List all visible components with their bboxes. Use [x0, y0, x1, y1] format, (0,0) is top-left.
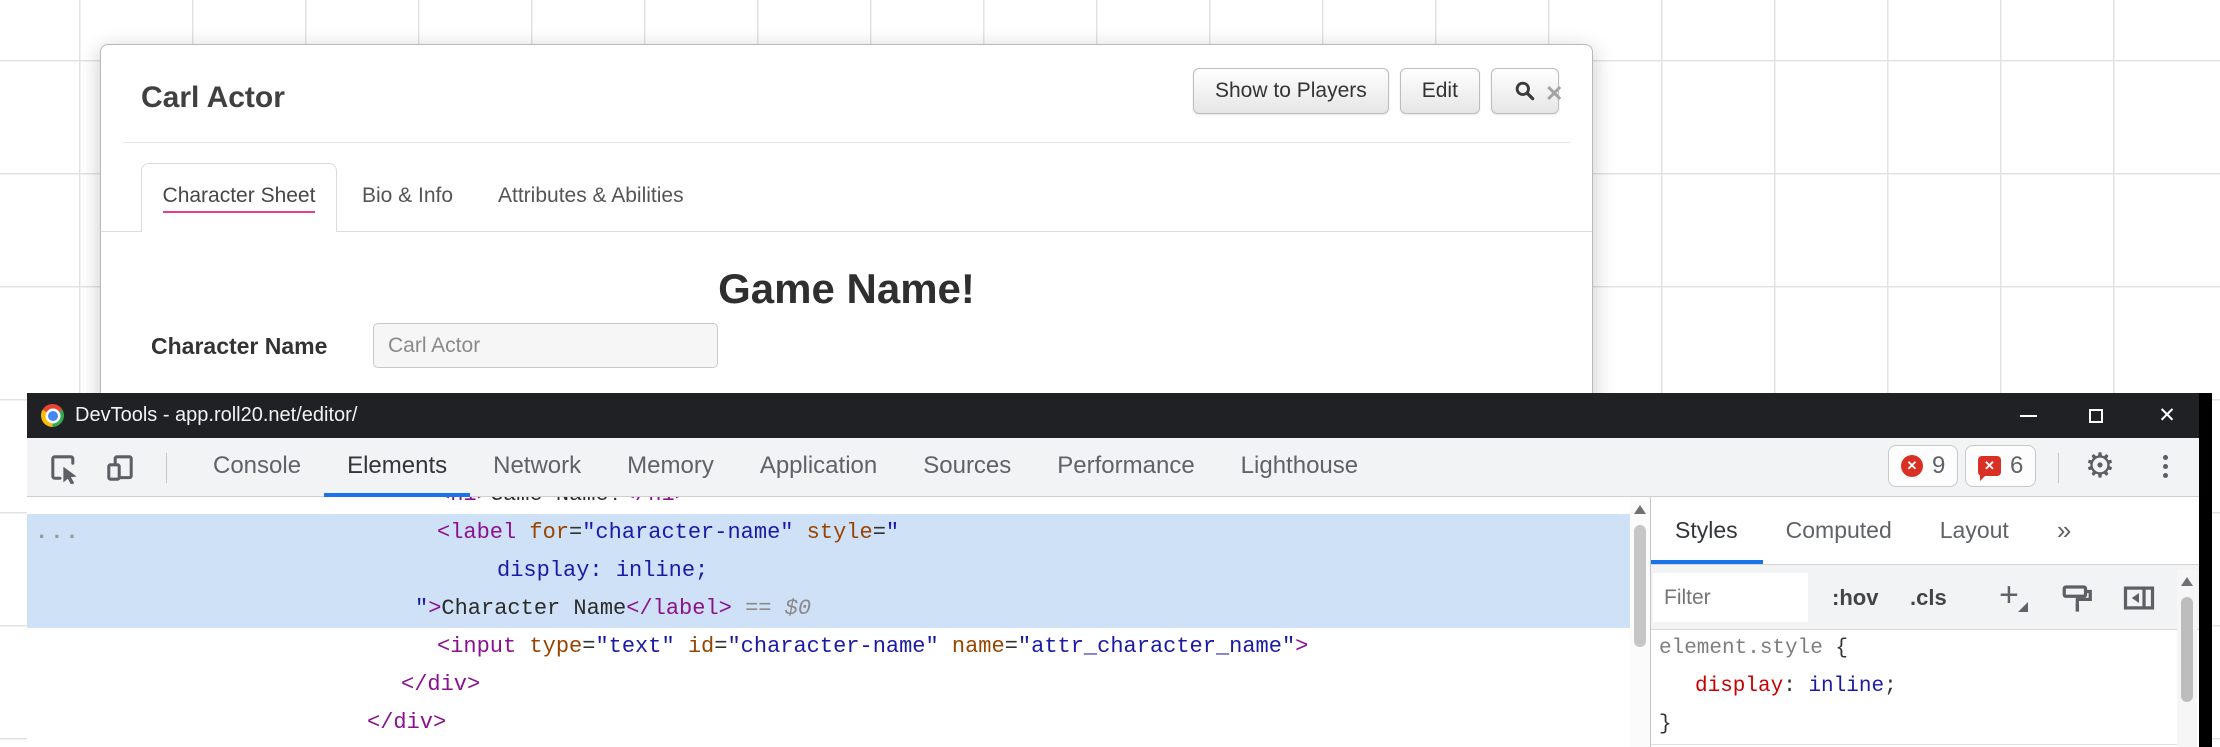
- dom-node-div-close-2[interactable]: </div>: [27, 704, 1630, 742]
- tab-elements[interactable]: Elements: [324, 438, 471, 497]
- styles-toolbar: :hov .cls +: [1651, 565, 2199, 630]
- error-count: 9: [1932, 452, 1946, 479]
- dom-node-h1[interactable]: <h1>Game Name!</h1>: [27, 497, 1630, 514]
- elements-scrollbar[interactable]: [1630, 497, 1650, 747]
- roll20-tabletop-grid: Carl Actor Show to Players Edit ✕ Charac…: [0, 0, 2220, 747]
- dom-node-label-selected[interactable]: ... <label for="character-name" style=": [27, 514, 1630, 552]
- issue-count: 6: [2010, 452, 2024, 479]
- dom-node-label-style-text[interactable]: display: inline;: [27, 552, 1630, 590]
- tab-console[interactable]: Console: [190, 438, 324, 497]
- sidebar-tabs: Styles Computed Layout »: [1651, 497, 2199, 565]
- tab-layout[interactable]: Layout: [1940, 517, 2009, 544]
- toolbar-separator: [166, 453, 167, 483]
- tab-character-sheet-label: Character Sheet: [162, 184, 316, 213]
- tab-computed[interactable]: Computed: [1786, 517, 1892, 544]
- dialog-close-icon[interactable]: ✕: [1545, 81, 1563, 107]
- rule-selector-line[interactable]: element.style {: [1651, 630, 2179, 668]
- minimize-icon: [2019, 414, 2037, 417]
- scroll-up-arrow-icon[interactable]: [1634, 505, 1646, 514]
- devtools-window-title: DevTools - app.roll20.net/editor/: [75, 404, 358, 426]
- tab-application[interactable]: Application: [737, 438, 900, 497]
- device-toolbar-icon: [104, 452, 136, 484]
- active-tab-underline: [1651, 560, 1763, 564]
- styles-sidebar: Styles Computed Layout » :hov .cls +: [1651, 497, 2199, 747]
- window-maximize-button[interactable]: [2083, 393, 2109, 438]
- window-close-button[interactable]: ✕: [2154, 393, 2180, 438]
- window-minimize-button[interactable]: [2015, 393, 2041, 438]
- tab-lighthouse[interactable]: Lighthouse: [1218, 438, 1381, 497]
- tab-network[interactable]: Network: [470, 438, 604, 497]
- rule-property-line[interactable]: display: inline;: [1651, 668, 2179, 706]
- styles-scrollbar-thumb[interactable]: [2181, 597, 2193, 702]
- magnifier-icon: [1513, 79, 1537, 103]
- issue-count-badge[interactable]: ✕ 6: [1965, 445, 2037, 487]
- tab-performance[interactable]: Performance: [1034, 438, 1217, 497]
- issue-icon: ✕: [1978, 456, 2001, 481]
- tab-sources[interactable]: Sources: [900, 438, 1034, 497]
- error-icon: ✕: [1901, 455, 1923, 477]
- class-toggle[interactable]: .cls: [1910, 565, 1947, 630]
- hover-state-toggle[interactable]: :hov: [1832, 565, 1878, 630]
- dialog-header-buttons: Show to Players Edit: [1193, 68, 1559, 114]
- devtools-main: <h1>Game Name!</h1> ...<label for="chara…: [27, 497, 2199, 747]
- inspect-element-button[interactable]: [47, 451, 81, 485]
- elements-tree-pane: <h1>Game Name!</h1> ...<label for="chara…: [27, 497, 1630, 747]
- tab-styles[interactable]: Styles: [1675, 517, 1738, 544]
- close-icon: ✕: [2158, 404, 2176, 427]
- toggle-sidebar-icon[interactable]: [2121, 580, 2157, 616]
- new-style-rule-button[interactable]: +: [1999, 565, 2028, 630]
- error-count-badge[interactable]: ✕ 9: [1888, 445, 1959, 487]
- more-tabs-chevron-icon[interactable]: »: [2057, 515, 2071, 546]
- styles-filter-input[interactable]: [1653, 573, 1808, 622]
- paint-roller-icon[interactable]: [2059, 580, 2095, 616]
- tab-memory[interactable]: Memory: [604, 438, 737, 497]
- devtools-toolbar: Console Elements Network Memory Applicat…: [27, 438, 2199, 497]
- character-dialog: Carl Actor Show to Players Edit ✕ Charac…: [100, 44, 1593, 444]
- toolbar-separator-2: [2058, 453, 2059, 483]
- rule-divider: [1651, 744, 2179, 745]
- maximize-icon: [2089, 408, 2103, 423]
- settings-gear-icon[interactable]: ⚙: [2079, 445, 2121, 487]
- elements-scrollbar-thumb[interactable]: [1634, 525, 1646, 647]
- devtools-window: DevTools - app.roll20.net/editor/ ✕ Cons…: [27, 393, 2212, 747]
- dom-tree: <h1>Game Name!</h1> ...<label for="chara…: [27, 497, 1630, 742]
- edit-button[interactable]: Edit: [1399, 68, 1480, 114]
- devtools-titlebar: DevTools - app.roll20.net/editor/ ✕: [27, 393, 2199, 438]
- devtools-panel-tabs: Console Elements Network Memory Applicat…: [190, 438, 1381, 497]
- dialog-title: Carl Actor: [141, 81, 285, 114]
- device-toolbar-button[interactable]: [103, 451, 137, 485]
- more-options-kebab-icon[interactable]: [2155, 445, 2175, 487]
- tab-attributes-abilities[interactable]: Attributes & Abilities: [498, 163, 684, 232]
- inspect-cursor-icon: [48, 452, 80, 484]
- show-to-players-button[interactable]: Show to Players: [1193, 68, 1389, 114]
- dom-node-div-close[interactable]: </div>: [27, 666, 1630, 704]
- dom-node-label-close[interactable]: ">Character Name</label> == $0: [27, 590, 1630, 628]
- rule-close-line: }: [1659, 713, 1672, 736]
- chrome-logo-icon: [41, 404, 64, 427]
- gutter-more-actions-icon[interactable]: ...: [35, 514, 81, 552]
- character-name-input[interactable]: [373, 323, 718, 368]
- dom-node-input[interactable]: <input type="text" id="character-name" n…: [27, 628, 1630, 666]
- tab-character-sheet[interactable]: Character Sheet: [141, 163, 337, 232]
- styles-scrollbar[interactable]: [2177, 569, 2197, 747]
- dialog-header-divider: [123, 142, 1570, 143]
- tab-bio-info[interactable]: Bio & Info: [362, 163, 453, 232]
- styles-scroll-up-arrow-icon[interactable]: [2181, 577, 2193, 586]
- style-rules: element.style { display: inline; }: [1651, 630, 2179, 744]
- game-name-heading: Game Name!: [718, 265, 975, 312]
- character-name-label: Character Name: [151, 333, 328, 359]
